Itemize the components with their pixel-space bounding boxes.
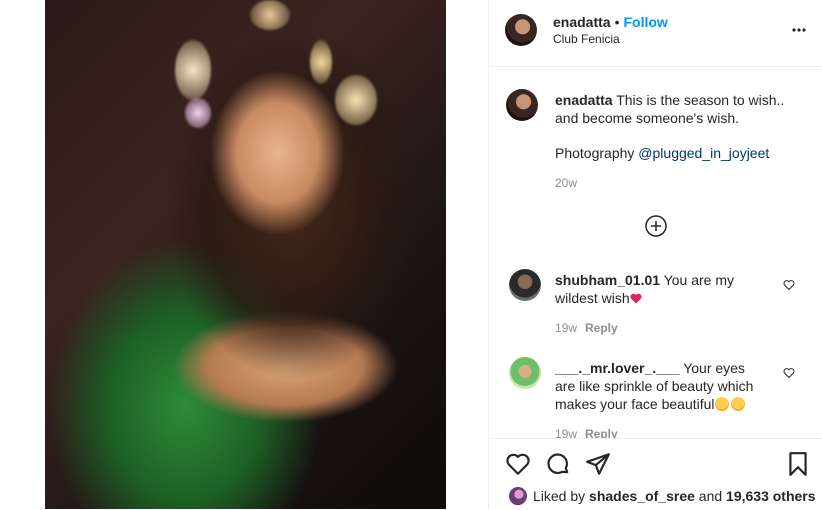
- bokeh-light: [175, 40, 211, 100]
- bokeh-light: [335, 75, 377, 125]
- reply-button[interactable]: Reply: [585, 427, 618, 438]
- commenter-username[interactable]: ___._mr.lover_.___: [555, 360, 680, 376]
- credit-mention-link[interactable]: @plugged_in_joyjeet: [638, 145, 769, 161]
- likes-prefix: Liked by: [533, 488, 586, 504]
- author-avatar[interactable]: [505, 14, 537, 46]
- comment-meta: 19w Reply: [555, 321, 618, 335]
- credit-prefix: Photography: [555, 145, 635, 161]
- heart-emoji-icon: [630, 293, 642, 304]
- comment-timestamp[interactable]: 19w: [555, 427, 577, 438]
- caption-username[interactable]: enadatta: [555, 92, 613, 108]
- liker-avatar[interactable]: [509, 487, 527, 505]
- reply-button[interactable]: Reply: [585, 321, 618, 335]
- caption-text-line1: This is the season to wish..: [616, 92, 785, 108]
- post-header: enadatta • Follow Club Fenicia: [489, 0, 822, 67]
- caption-avatar[interactable]: [506, 89, 538, 121]
- bookmark-icon[interactable]: [785, 451, 811, 477]
- likes-conjunction: and: [698, 488, 723, 504]
- post-photo[interactable]: [45, 0, 446, 509]
- caption-timestamp[interactable]: 20w: [555, 176, 577, 190]
- commenter-avatar[interactable]: [509, 357, 541, 389]
- kiss-emoji-icon: [730, 397, 745, 411]
- bokeh-light: [185, 98, 211, 128]
- comment-meta: 19w Reply: [555, 427, 618, 438]
- comment-like-heart-icon[interactable]: [783, 367, 795, 379]
- author-line: enadatta • Follow: [553, 14, 668, 30]
- post-sidebar: enadatta • Follow Club Fenicia enadatta Th…: [488, 0, 822, 509]
- likes-count[interactable]: 19,633 others: [726, 488, 816, 504]
- post-actions: Liked by shades_of_sree and 19,633 other…: [489, 438, 822, 510]
- heart-eyes-emoji-icon: [714, 397, 729, 411]
- post-media-area: [0, 0, 488, 509]
- more-horizontal-icon[interactable]: [791, 22, 807, 38]
- caption-credit: Photography @plugged_in_joyjeet: [555, 145, 769, 161]
- post-location[interactable]: Club Fenicia: [553, 32, 620, 46]
- heart-icon[interactable]: [505, 451, 531, 477]
- commenter-username[interactable]: shubham_01.01: [555, 272, 660, 288]
- comment-body: shubham_01.01 You are my wildest wish: [555, 271, 769, 307]
- plus-circle-icon[interactable]: [645, 215, 667, 237]
- comment-like-heart-icon[interactable]: [783, 279, 795, 291]
- liker-username[interactable]: shades_of_sree: [589, 488, 695, 504]
- author-username[interactable]: enadatta: [553, 14, 611, 30]
- caption: enadatta This is the season to wish.. an…: [555, 91, 791, 127]
- send-icon[interactable]: [585, 451, 611, 477]
- bokeh-light: [310, 40, 332, 84]
- separator-dot: •: [614, 14, 620, 30]
- follow-button[interactable]: Follow: [623, 14, 667, 30]
- commenter-avatar[interactable]: [509, 269, 541, 301]
- comments-panel[interactable]: enadatta This is the season to wish.. an…: [489, 67, 822, 438]
- comment-icon[interactable]: [545, 451, 571, 477]
- bokeh-light: [250, 0, 290, 30]
- likes-summary: Liked by shades_of_sree and 19,633 other…: [509, 487, 816, 505]
- comment-body: ___._mr.lover_.___ Your eyes are like sp…: [555, 359, 769, 413]
- comment-timestamp[interactable]: 19w: [555, 321, 577, 335]
- caption-text-line2: and become someone's wish.: [555, 110, 739, 126]
